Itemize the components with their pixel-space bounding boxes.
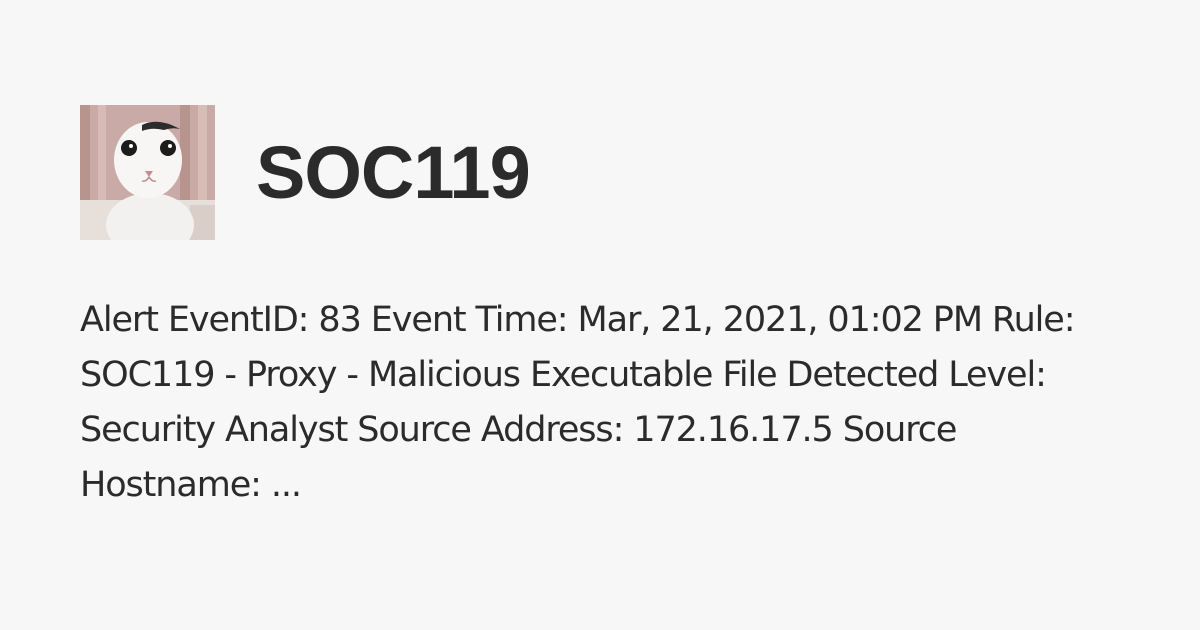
link-preview-card[interactable]: SOC119 Alert EventID: 83 Event Time: Mar… xyxy=(0,0,1200,630)
excerpt-text: Alert EventID: 83 Event Time: Mar, 21, 2… xyxy=(80,300,1076,505)
avatar xyxy=(80,105,215,240)
page-title: SOC119 xyxy=(256,131,531,214)
white-cat-avatar-icon xyxy=(80,105,215,240)
